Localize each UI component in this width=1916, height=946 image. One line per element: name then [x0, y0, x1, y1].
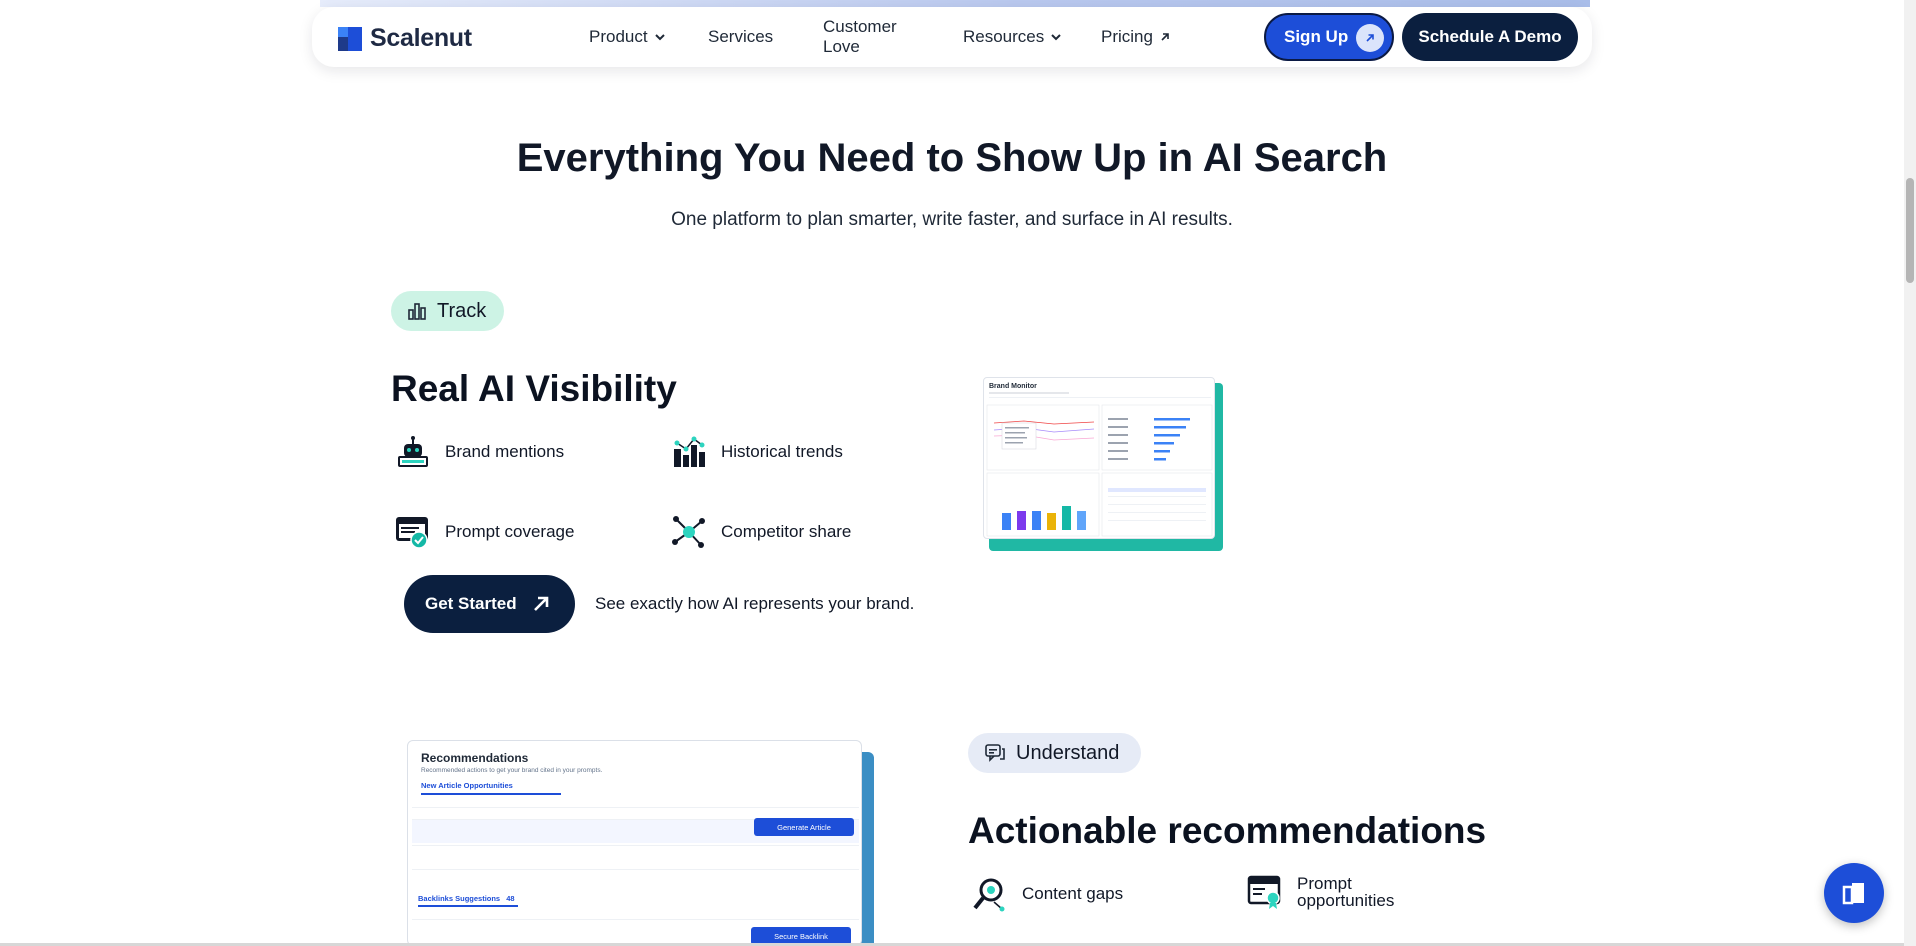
- top-navbar: Scalenut Product Services Customer Love …: [312, 7, 1592, 67]
- feature-competitor-share: Competitor share: [671, 514, 851, 550]
- feature-brand-mentions: Brand mentions: [395, 434, 564, 470]
- arrow-up-right-icon: [1356, 24, 1384, 52]
- schedule-demo-button[interactable]: Schedule A Demo: [1402, 13, 1578, 61]
- nav-item-pricing[interactable]: Pricing: [1101, 27, 1171, 47]
- nav-item-resources[interactable]: Resources: [963, 27, 1062, 47]
- understand-section-title: Actionable recommendations: [968, 810, 1487, 851]
- table-row: [412, 845, 859, 869]
- magnifier-icon: [972, 876, 1008, 912]
- chat-launcher-button[interactable]: [1824, 863, 1884, 923]
- brand-monitor-preview: Brand Monitor: [986, 383, 1213, 537]
- track-pill: Track: [391, 291, 504, 331]
- nav-item-product[interactable]: Product: [589, 27, 666, 47]
- feature-historical-trends: Historical trends: [671, 434, 843, 470]
- chat-bubbles-icon: [985, 744, 1005, 762]
- scalenut-logo-icon: [338, 26, 362, 51]
- brand-logo[interactable]: Scalenut: [338, 24, 472, 53]
- feature-prompt-coverage: Prompt coverage: [395, 514, 574, 550]
- chevron-down-icon: [654, 34, 665, 41]
- brand-monitor-screenshot: Brand Monitor: [983, 377, 1223, 551]
- feature-content-gaps: Content gaps: [972, 876, 1123, 912]
- robot-icon: [395, 434, 431, 470]
- get-started-button[interactable]: Get Started: [404, 575, 575, 633]
- understand-pill: Understand: [968, 733, 1141, 773]
- cta-note: See exactly how AI represents your brand…: [595, 594, 915, 613]
- arrow-up-right-icon: [533, 596, 548, 611]
- top-accent-strip: [320, 0, 1590, 7]
- table-row: [412, 869, 859, 893]
- recommendations-screenshot: Recommendations Recommended actions to g…: [407, 740, 874, 946]
- nav-item-customer-love[interactable]: Customer Love: [823, 17, 897, 57]
- tab-new-article-opportunities: New Article Opportunities: [421, 781, 513, 790]
- hero-title: Everything You Need to Show Up in AI Sea…: [516, 136, 1388, 180]
- scalenut-logo-icon: [1842, 883, 1864, 905]
- recommendations-subtitle: Recommended actions to get your brand ci…: [421, 767, 603, 774]
- bar-chart-icon: [408, 303, 426, 320]
- generate-article-button: Generate Article: [754, 818, 854, 836]
- browser-check-icon: [395, 514, 431, 550]
- sign-up-button[interactable]: Sign Up: [1264, 13, 1394, 61]
- hero-subtitle: One platform to plan smarter, write fast…: [671, 209, 1233, 230]
- scrollbar-thumb[interactable]: [1906, 178, 1914, 283]
- browser-badge-icon: [1247, 874, 1283, 910]
- track-section-title: Real AI Visibility: [391, 368, 677, 409]
- nav-item-services[interactable]: Services: [708, 27, 773, 47]
- backlinks-suggestions-label: Backlinks Suggestions 48: [418, 894, 515, 903]
- feature-prompt-opportunities: Prompt opportunities: [1247, 874, 1417, 910]
- chevron-down-icon: [1051, 34, 1061, 41]
- brand-monitor-title: Brand Monitor: [989, 383, 1037, 390]
- page-scrollbar[interactable]: [1904, 0, 1916, 946]
- network-icon: [671, 514, 707, 550]
- bar-chart-icon: [671, 434, 707, 470]
- arrow-up-right-icon: [1161, 33, 1169, 41]
- brand-name: Scalenut: [370, 24, 472, 52]
- recommendations-title: Recommendations: [421, 751, 529, 765]
